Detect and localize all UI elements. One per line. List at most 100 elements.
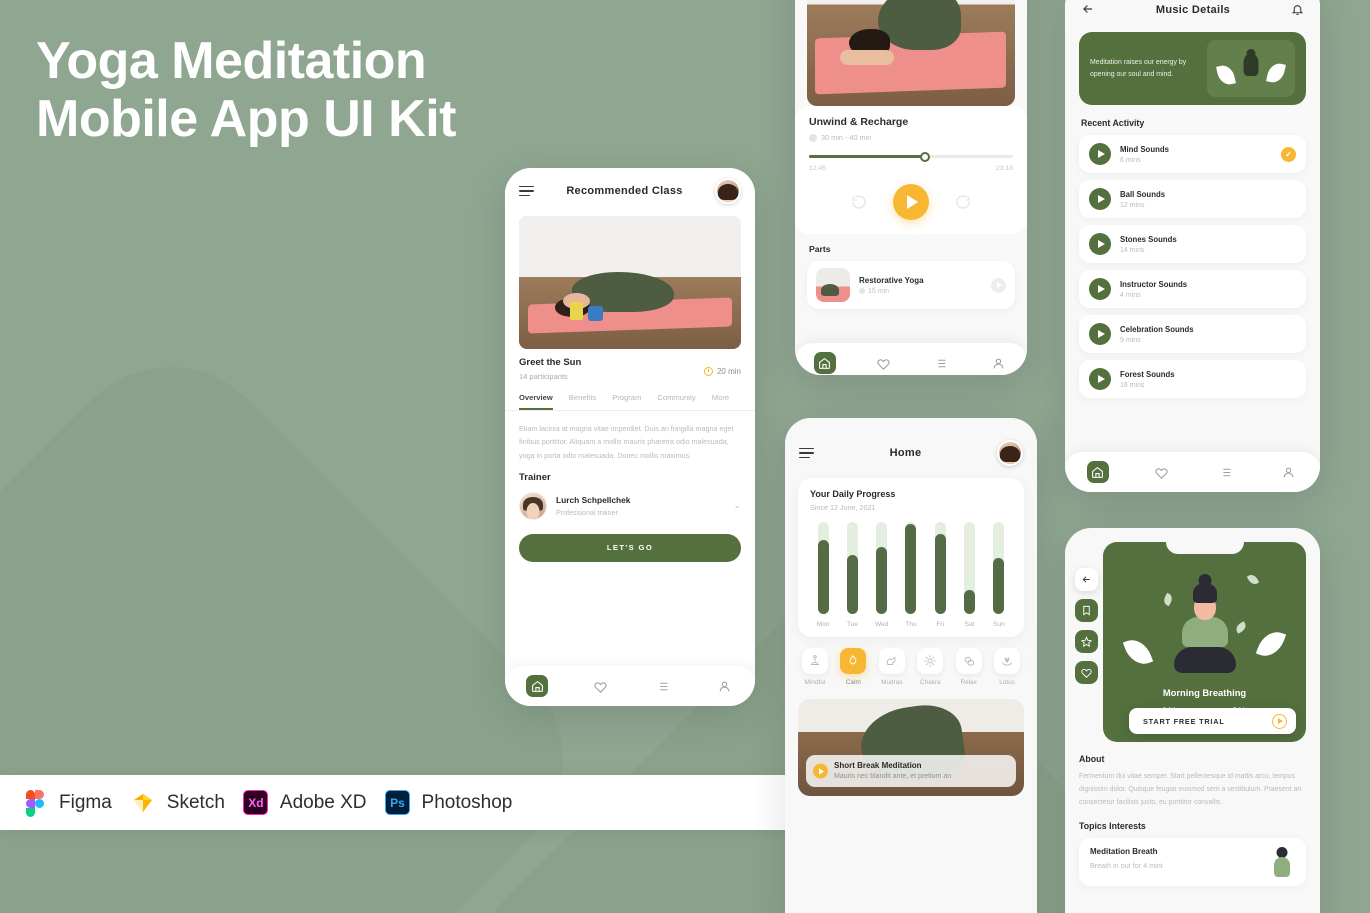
- nav-heart-icon[interactable]: [873, 353, 893, 373]
- bar-track: [817, 522, 829, 614]
- activity-row[interactable]: Ball Sounds 12 mins: [1079, 180, 1306, 218]
- bar-label: Wed: [874, 621, 889, 628]
- back-arrow-icon[interactable]: [1081, 2, 1095, 18]
- rewind-icon[interactable]: [851, 194, 867, 210]
- tab-overview[interactable]: Overview: [519, 393, 553, 410]
- nav-home-icon[interactable]: [526, 675, 548, 697]
- play-icon: [1272, 713, 1287, 729]
- activity-name: Stones Sounds: [1120, 234, 1177, 244]
- seek-slider[interactable]: [809, 151, 1013, 162]
- play-icon[interactable]: [1089, 143, 1111, 165]
- tab-more[interactable]: More: [712, 393, 729, 410]
- nav-list-icon[interactable]: [1215, 462, 1235, 482]
- part-play-icon[interactable]: [991, 277, 1006, 293]
- nav-home-icon[interactable]: [1086, 461, 1109, 483]
- tab-community[interactable]: Community: [657, 393, 695, 410]
- course-hero: Morning Breathing 14 Lessons 6 Hour STAR…: [1103, 542, 1306, 742]
- start-free-trial-button[interactable]: START FREE TRIAL: [1129, 708, 1296, 734]
- activity-row[interactable]: Celebration Sounds 9 mins: [1079, 315, 1306, 353]
- petal-decoration: [1247, 572, 1260, 587]
- menu-icon[interactable]: [799, 445, 814, 462]
- activity-name: Ball Sounds: [1120, 189, 1166, 199]
- bookmark-icon[interactable]: [1075, 599, 1098, 622]
- track-range: 30 min - 40 min: [809, 133, 1013, 142]
- activity-row[interactable]: Forest Sounds 16 mins: [1079, 360, 1306, 398]
- nav-list-icon[interactable]: [652, 676, 672, 696]
- play-icon[interactable]: [1089, 188, 1111, 210]
- part-list-item[interactable]: Restorative Yoga 15 min: [807, 261, 1015, 309]
- nav-home-icon[interactable]: [813, 352, 836, 374]
- tab-benefits[interactable]: Benefits: [569, 393, 596, 410]
- back-arrow-icon[interactable]: [1075, 568, 1098, 591]
- avatar[interactable]: [715, 178, 741, 204]
- promo-card[interactable]: Short Break Meditation Mauris nec blandi…: [798, 699, 1024, 796]
- class-hero-photo: [519, 216, 741, 349]
- category-chakra[interactable]: Chakra: [913, 648, 947, 686]
- activity-row[interactable]: Stones Sounds 14 mins: [1079, 225, 1306, 263]
- software-item-adobe-xd: Xd Adobe XD: [243, 790, 367, 816]
- play-icon[interactable]: [1089, 323, 1111, 345]
- topic-subtitle: Breath in out for 4 mint: [1090, 861, 1163, 871]
- bar-label: Thu: [905, 621, 917, 628]
- page-title: Music Details: [1155, 4, 1231, 16]
- class-duration: 20 min: [703, 367, 741, 376]
- chakra-wheel-icon: [917, 648, 944, 674]
- nav-list-icon[interactable]: [931, 353, 951, 373]
- play-icon[interactable]: [1089, 278, 1111, 300]
- category-label: Mindful: [804, 679, 826, 686]
- track-range-label: 30 min - 40 min: [821, 133, 872, 142]
- bar-track: [964, 522, 976, 614]
- tab-program[interactable]: Program: [612, 393, 641, 410]
- course-title: Morning Breathing: [1162, 687, 1247, 698]
- side-action-buttons: [1075, 568, 1098, 684]
- time-elapsed: 12:45: [809, 165, 827, 172]
- player-controls: [809, 184, 1013, 220]
- nav-person-icon[interactable]: [988, 353, 1008, 373]
- trainer-section-title: Trainer: [519, 471, 551, 483]
- nav-person-icon[interactable]: [1278, 462, 1298, 482]
- completed-check-icon: ✓: [1281, 146, 1296, 162]
- activity-row[interactable]: Mind Sounds 6 mins ✓: [1079, 135, 1306, 173]
- nav-heart-icon[interactable]: [1152, 462, 1172, 482]
- promo-play-icon[interactable]: [813, 763, 828, 779]
- lets-go-button[interactable]: LET'S GO: [519, 533, 741, 562]
- activity-row[interactable]: Instructor Sounds 4 mins: [1079, 270, 1306, 308]
- category-mudras[interactable]: Mudras: [875, 648, 909, 686]
- part-duration-label: 15 min: [868, 287, 890, 295]
- software-item-sketch: Sketch: [130, 790, 225, 816]
- category-mindful[interactable]: Mindful: [798, 648, 832, 686]
- software-compatibility-bar: Figma Sketch Xd Adobe XD Ps Photoshop: [0, 775, 785, 830]
- hero-title-block: Yoga Meditation Mobile App UI Kit: [36, 32, 456, 148]
- photoshop-logo-icon: Ps: [385, 790, 411, 816]
- trial-label: START FREE TRIAL: [1143, 716, 1225, 726]
- category-relax[interactable]: Relax: [952, 648, 986, 686]
- forward-icon[interactable]: [955, 194, 971, 210]
- category-lotus[interactable]: Lotus: [990, 648, 1024, 686]
- photoshop-badge: Ps: [385, 790, 411, 815]
- play-icon[interactable]: [1089, 368, 1111, 390]
- page-title: Recommended Class: [566, 185, 683, 197]
- class-participants: 14 participants: [519, 372, 568, 381]
- category-label: Lotus: [999, 679, 1015, 686]
- bottom-navigation: [795, 343, 1027, 375]
- chevron-down-icon[interactable]: ⌄: [733, 500, 741, 511]
- nav-heart-icon[interactable]: [590, 676, 610, 696]
- category-calm[interactable]: Calm: [836, 648, 870, 686]
- class-description: Etiam lacinia at magna vitae imperdiet. …: [519, 424, 734, 460]
- trainer-row[interactable]: Lurch Schpellchek Professional trainer ⌄: [505, 483, 755, 520]
- heart-icon[interactable]: [1075, 661, 1098, 684]
- topic-card[interactable]: Meditation Breath Breath in out for 4 mi…: [1079, 838, 1306, 887]
- lotus-hand-icon: [994, 648, 1021, 674]
- nav-person-icon[interactable]: [714, 676, 734, 696]
- seek-fill: [809, 155, 926, 158]
- chart-bar-fri: Fri: [927, 522, 953, 628]
- star-icon[interactable]: [1075, 630, 1098, 653]
- music-details-header: Music Details: [1065, 0, 1320, 24]
- bell-icon[interactable]: [1291, 3, 1304, 18]
- avatar[interactable]: [996, 440, 1023, 466]
- seek-knob[interactable]: [920, 151, 931, 162]
- play-icon[interactable]: [1089, 233, 1111, 255]
- bottom-navigation: [1065, 452, 1320, 492]
- menu-icon[interactable]: [519, 183, 534, 200]
- play-button[interactable]: [893, 184, 929, 220]
